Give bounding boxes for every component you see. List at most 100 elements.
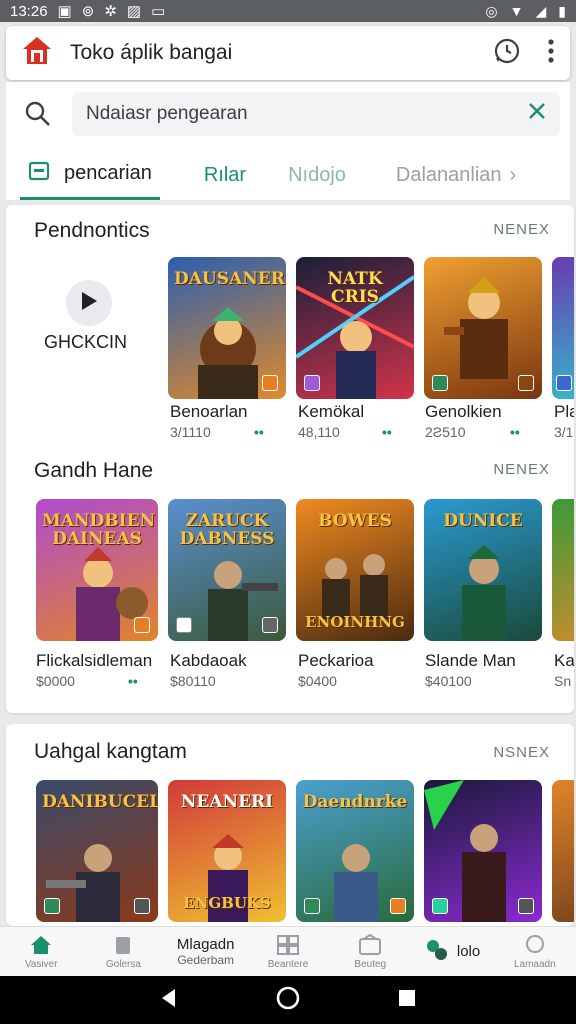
game-badge-icon — [262, 375, 278, 391]
clear-search-icon[interactable] — [528, 102, 546, 126]
nav-label: Lamaadn — [513, 958, 556, 970]
app-tile-benoarlan[interactable]: DAUSANER — [168, 257, 286, 399]
chevron-right-icon[interactable]: › — [510, 164, 517, 187]
tab-rilar[interactable]: Rılar — [196, 150, 254, 200]
grid-icon — [276, 934, 300, 959]
game-badge-icon — [432, 898, 448, 914]
app-art-title: DUNICE — [443, 511, 523, 531]
history-icon[interactable] — [492, 36, 522, 71]
search-input[interactable]: Ndaiasr pengearan — [72, 92, 560, 136]
game-badge-icon — [304, 375, 320, 391]
app-art-subtitle: ENGBUKS — [183, 894, 271, 912]
games-icon — [112, 934, 134, 959]
app-art-title: BOWES — [318, 511, 392, 531]
see-more-link[interactable]: NSNEX — [493, 744, 550, 761]
app-name: Kemökal — [298, 402, 365, 421]
app-tile-flickalsidleman[interactable]: MANDBIEN DAINEAS — [36, 499, 158, 641]
app-tile-neaneri[interactable]: NEANERI ENGBUKS — [168, 780, 286, 922]
settings-notification-icon: ✲ — [104, 3, 117, 20]
nav-lolo[interactable]: lolo — [411, 927, 493, 976]
nav-label: Beuteg — [354, 958, 387, 970]
play-button[interactable] — [66, 280, 112, 326]
app-name: Benoarlan — [170, 402, 248, 421]
nav-search[interactable]: Lamaadn — [494, 927, 576, 976]
game-badge-icon — [518, 375, 534, 391]
back-icon[interactable] — [159, 987, 179, 1014]
tab-label: Nıdojo — [288, 163, 346, 186]
app-rating-dots: •• — [254, 424, 264, 440]
game-badge-icon — [390, 898, 406, 914]
game-badge-icon — [44, 898, 60, 914]
battery-icon: ▮ — [558, 2, 566, 19]
game-badge-icon — [176, 617, 192, 633]
app-tile-pla[interactable] — [552, 257, 574, 399]
nav-label: Vasiver — [24, 958, 58, 970]
more-menu-icon[interactable] — [546, 38, 556, 69]
app-tile-kemokal[interactable]: NATK CRIS — [296, 257, 414, 399]
app-tile-peckarioa[interactable]: BOWES ENOINHNG — [296, 499, 414, 641]
game-badge-icon — [556, 375, 572, 391]
home-button-icon[interactable] — [276, 986, 300, 1015]
search-panel: Ndaiasr pengearan pencarian Rılar Nıdojo… — [6, 82, 570, 200]
app-tile-danibucel[interactable]: DANIBUCEL — [36, 780, 158, 922]
app-meta: 3/12 — [554, 424, 574, 440]
app-art-title: DAUSANER — [174, 269, 285, 289]
game-badge-icon — [304, 898, 320, 914]
nav-categories[interactable]: Beantere — [247, 927, 329, 976]
signal-icon: ◢ — [535, 2, 547, 19]
home-icon — [29, 934, 53, 959]
app-meta: $40100 — [425, 673, 472, 689]
nav-label: Golersa — [105, 958, 141, 970]
recents-icon[interactable] — [397, 988, 417, 1013]
app-meta: 3/1110 — [170, 424, 211, 440]
tab-nidojo[interactable]: Nıdojo — [280, 150, 354, 200]
tab-pencarian[interactable]: pencarian — [20, 150, 160, 200]
see-more-link[interactable]: NENEX — [493, 221, 550, 238]
search-icon[interactable] — [24, 100, 52, 133]
app-name: Slande Man — [425, 651, 516, 670]
nav-center[interactable]: Mlagadn Gederbam — [165, 927, 247, 976]
nav-library[interactable]: Beuteg — [329, 927, 411, 976]
app-art-title: NEANERI — [180, 792, 274, 812]
app-tile-partial[interactable] — [552, 780, 574, 922]
app-tile-kabdaoak[interactable]: ZARUCK DABNESS — [168, 499, 286, 641]
app-art-title: MANDBIEN DAINEAS — [42, 511, 156, 549]
app-tile-daendnrke[interactable]: Daendnrke — [296, 780, 414, 922]
nav-games[interactable]: Golersa — [82, 927, 164, 976]
tab-dalananlian[interactable]: Dalananlian › — [388, 150, 524, 200]
play-label: GHCKCIN — [44, 332, 128, 352]
status-bar: 13:26 ▣ ⊚ ✲ ▨ ▭ ◎ ▼ ◢ ▮ — [0, 0, 576, 22]
app-tile-ka[interactable] — [552, 499, 574, 641]
app-notification-icon: ⊚ — [81, 3, 95, 20]
app-name: Ka — [554, 651, 574, 670]
app-meta: $0000 — [36, 673, 75, 689]
app-meta: $80110 — [170, 673, 216, 689]
section-title: Pendnontics — [34, 219, 150, 242]
system-nav-bar — [0, 976, 576, 1024]
section-card: Pendnontics NENEX GHCKCIN DAUSANER NATK … — [6, 205, 574, 713]
nav-label: Mlagadn — [176, 936, 235, 953]
section-card: Uahgal kangtam NSNEX DANIBUCEL NEANERI E… — [6, 724, 574, 926]
nav-sublabel: Gederbam — [177, 953, 235, 967]
game-badge-icon — [262, 617, 278, 633]
app-art-title: DANIBUCEL — [42, 792, 158, 812]
app-tile-genolkien[interactable] — [424, 257, 542, 399]
apps-tab-icon — [28, 160, 50, 188]
tab-label: pencarian — [64, 162, 152, 184]
app-meta: 2Ƨ510 — [425, 424, 466, 440]
mail-notification-icon: ▭ — [151, 3, 166, 20]
app-meta: $0400 — [298, 673, 337, 689]
notification-icon: ▣ — [57, 3, 72, 20]
see-more-link[interactable]: NENEX — [493, 461, 550, 478]
game-badge-icon — [518, 898, 534, 914]
game-badge-icon — [432, 375, 448, 391]
app-tile-slande-man[interactable]: DUNICE — [424, 499, 542, 641]
app-name: Pla — [554, 402, 574, 421]
app-header: Toko áplik bangai — [6, 26, 570, 80]
app-rating-dots: •• — [382, 424, 392, 440]
app-rating-dots: •• — [510, 424, 520, 440]
tab-label: Dalananlian — [395, 163, 502, 186]
app-tile-dark-hero[interactable] — [424, 780, 542, 922]
nav-home[interactable]: Vasiver — [0, 927, 82, 976]
store-logo-icon — [20, 34, 54, 73]
